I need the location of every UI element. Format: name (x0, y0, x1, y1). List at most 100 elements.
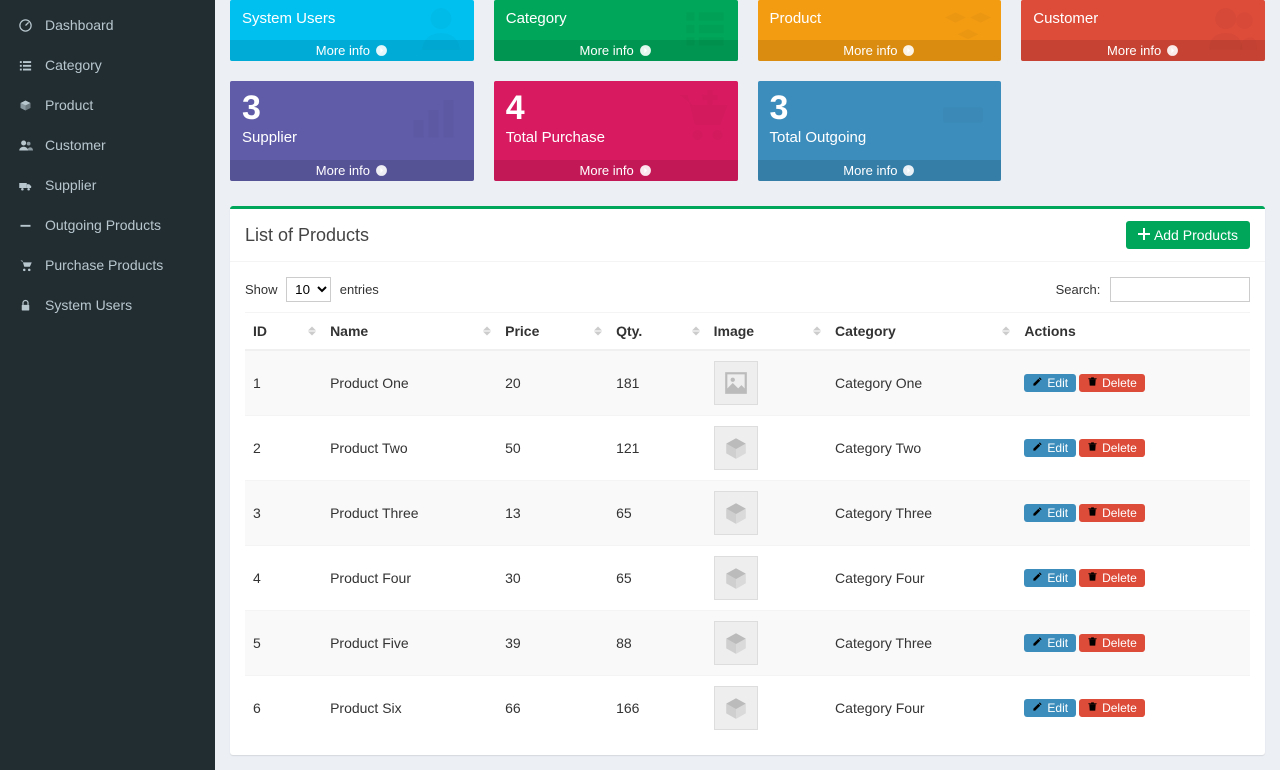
cell-name: Product One (322, 350, 497, 416)
stat-card-total-outgoing: 3Total OutgoingMore info (758, 81, 1002, 181)
edit-button[interactable]: Edit (1024, 699, 1076, 717)
cell-qty: 88 (608, 611, 706, 676)
sort-icon (813, 327, 821, 336)
trash-icon (1087, 441, 1098, 455)
cell-image (706, 546, 827, 611)
edit-icon (1032, 506, 1043, 520)
column-header-qty-[interactable]: Qty. (608, 313, 706, 351)
sidebar-item-outgoing-products[interactable]: Outgoing Products (0, 205, 215, 245)
cell-category: Category Four (827, 546, 1016, 611)
column-header-actions[interactable]: Actions (1016, 313, 1250, 351)
minus-icon (15, 218, 35, 233)
cell-qty: 65 (608, 546, 706, 611)
cell-category: Category Four (827, 676, 1016, 741)
stat-card-category: CategoryMore info (494, 0, 738, 61)
trash-icon (1087, 636, 1098, 650)
product-thumbnail (714, 491, 758, 535)
edit-button[interactable]: Edit (1024, 504, 1076, 522)
users-big-icon (1207, 4, 1257, 57)
sidebar-item-supplier[interactable]: Supplier (0, 165, 215, 205)
arrow-circle-icon (902, 164, 915, 177)
delete-button[interactable]: Delete (1079, 634, 1145, 652)
sidebar-item-category[interactable]: Category (0, 45, 215, 85)
cell-id: 4 (245, 546, 322, 611)
arrow-circle-icon (639, 44, 652, 57)
table-row: 1Product One20181Category One Edit Delet… (245, 350, 1250, 416)
sort-icon (692, 327, 700, 336)
lock-icon (15, 298, 35, 313)
stat-card-supplier: 3SupplierMore info (230, 81, 474, 181)
sidebar-item-label: Dashboard (45, 17, 114, 33)
trash-icon (1087, 701, 1098, 715)
sidebar-item-purchase-products[interactable]: Purchase Products (0, 245, 215, 285)
sidebar-item-product[interactable]: Product (0, 85, 215, 125)
users-icon (15, 138, 35, 153)
cell-category: Category Two (827, 416, 1016, 481)
arrow-circle-icon (375, 164, 388, 177)
stat-card-product: ProductMore info (758, 0, 1002, 61)
block-icon (933, 85, 993, 148)
cell-price: 13 (497, 481, 608, 546)
cell-image (706, 350, 827, 416)
delete-button[interactable]: Delete (1079, 699, 1145, 717)
cart-icon (15, 258, 35, 273)
edit-button[interactable]: Edit (1024, 634, 1076, 652)
trash-icon (1087, 506, 1098, 520)
cell-id: 1 (245, 350, 322, 416)
panel-title: List of Products (245, 225, 369, 246)
sidebar-item-label: Purchase Products (45, 257, 163, 273)
column-header-name[interactable]: Name (322, 313, 497, 351)
cell-name: Product Six (322, 676, 497, 741)
cell-image (706, 416, 827, 481)
cell-name: Product Two (322, 416, 497, 481)
table-row: 4Product Four3065 Category Four Edit Dele… (245, 546, 1250, 611)
plus-icon (1138, 227, 1150, 243)
product-thumbnail (714, 361, 758, 405)
sidebar-item-label: Product (45, 97, 93, 113)
more-info-link[interactable]: More info (758, 160, 1002, 181)
column-header-image[interactable]: Image (706, 313, 827, 351)
arrow-circle-icon (375, 44, 388, 57)
more-info-link[interactable]: More info (230, 160, 474, 181)
column-header-price[interactable]: Price (497, 313, 608, 351)
cell-price: 30 (497, 546, 608, 611)
column-header-id[interactable]: ID (245, 313, 322, 351)
sidebar-item-dashboard[interactable]: Dashboard (0, 5, 215, 45)
product-thumbnail (714, 426, 758, 470)
sidebar-item-system-users[interactable]: System Users (0, 285, 215, 325)
delete-button[interactable]: Delete (1079, 569, 1145, 587)
trash-icon (1087, 571, 1098, 585)
delete-button[interactable]: Delete (1079, 439, 1145, 457)
bars-icon (406, 85, 466, 148)
cell-price: 66 (497, 676, 608, 741)
edit-button[interactable]: Edit (1024, 439, 1076, 457)
delete-button[interactable]: Delete (1079, 504, 1145, 522)
column-header-category[interactable]: Category (827, 313, 1016, 351)
cell-id: 3 (245, 481, 322, 546)
cell-name: Product Five (322, 611, 497, 676)
boxes-icon (15, 98, 35, 113)
cell-actions: Edit Delete (1016, 676, 1250, 741)
table-row: 2Product Two50121Category Two Edit Delet… (245, 416, 1250, 481)
arrow-circle-icon (639, 164, 652, 177)
stat-card-customer: CustomerMore info (1021, 0, 1265, 61)
more-info-link[interactable]: More info (494, 160, 738, 181)
products-panel: List of Products Add Products Show 10 en… (230, 206, 1265, 755)
edit-button[interactable]: Edit (1024, 569, 1076, 587)
cell-name: Product Three (322, 481, 497, 546)
add-products-button[interactable]: Add Products (1126, 221, 1250, 249)
length-select[interactable]: 10 (286, 277, 331, 302)
edit-button[interactable]: Edit (1024, 374, 1076, 392)
sidebar-item-customer[interactable]: Customer (0, 125, 215, 165)
sidebar-item-label: Supplier (45, 177, 96, 193)
cell-name: Product Four (322, 546, 497, 611)
list-thick-icon (680, 4, 730, 57)
truck-icon (15, 178, 35, 193)
product-thumbnail (714, 686, 758, 730)
sidebar: Dashboard Category Product Customer Supplier… (0, 0, 215, 770)
cell-category: Category Three (827, 481, 1016, 546)
cell-category: Category Three (827, 611, 1016, 676)
cell-actions: Edit Delete (1016, 546, 1250, 611)
search-input[interactable] (1110, 277, 1250, 302)
delete-button[interactable]: Delete (1079, 374, 1145, 392)
